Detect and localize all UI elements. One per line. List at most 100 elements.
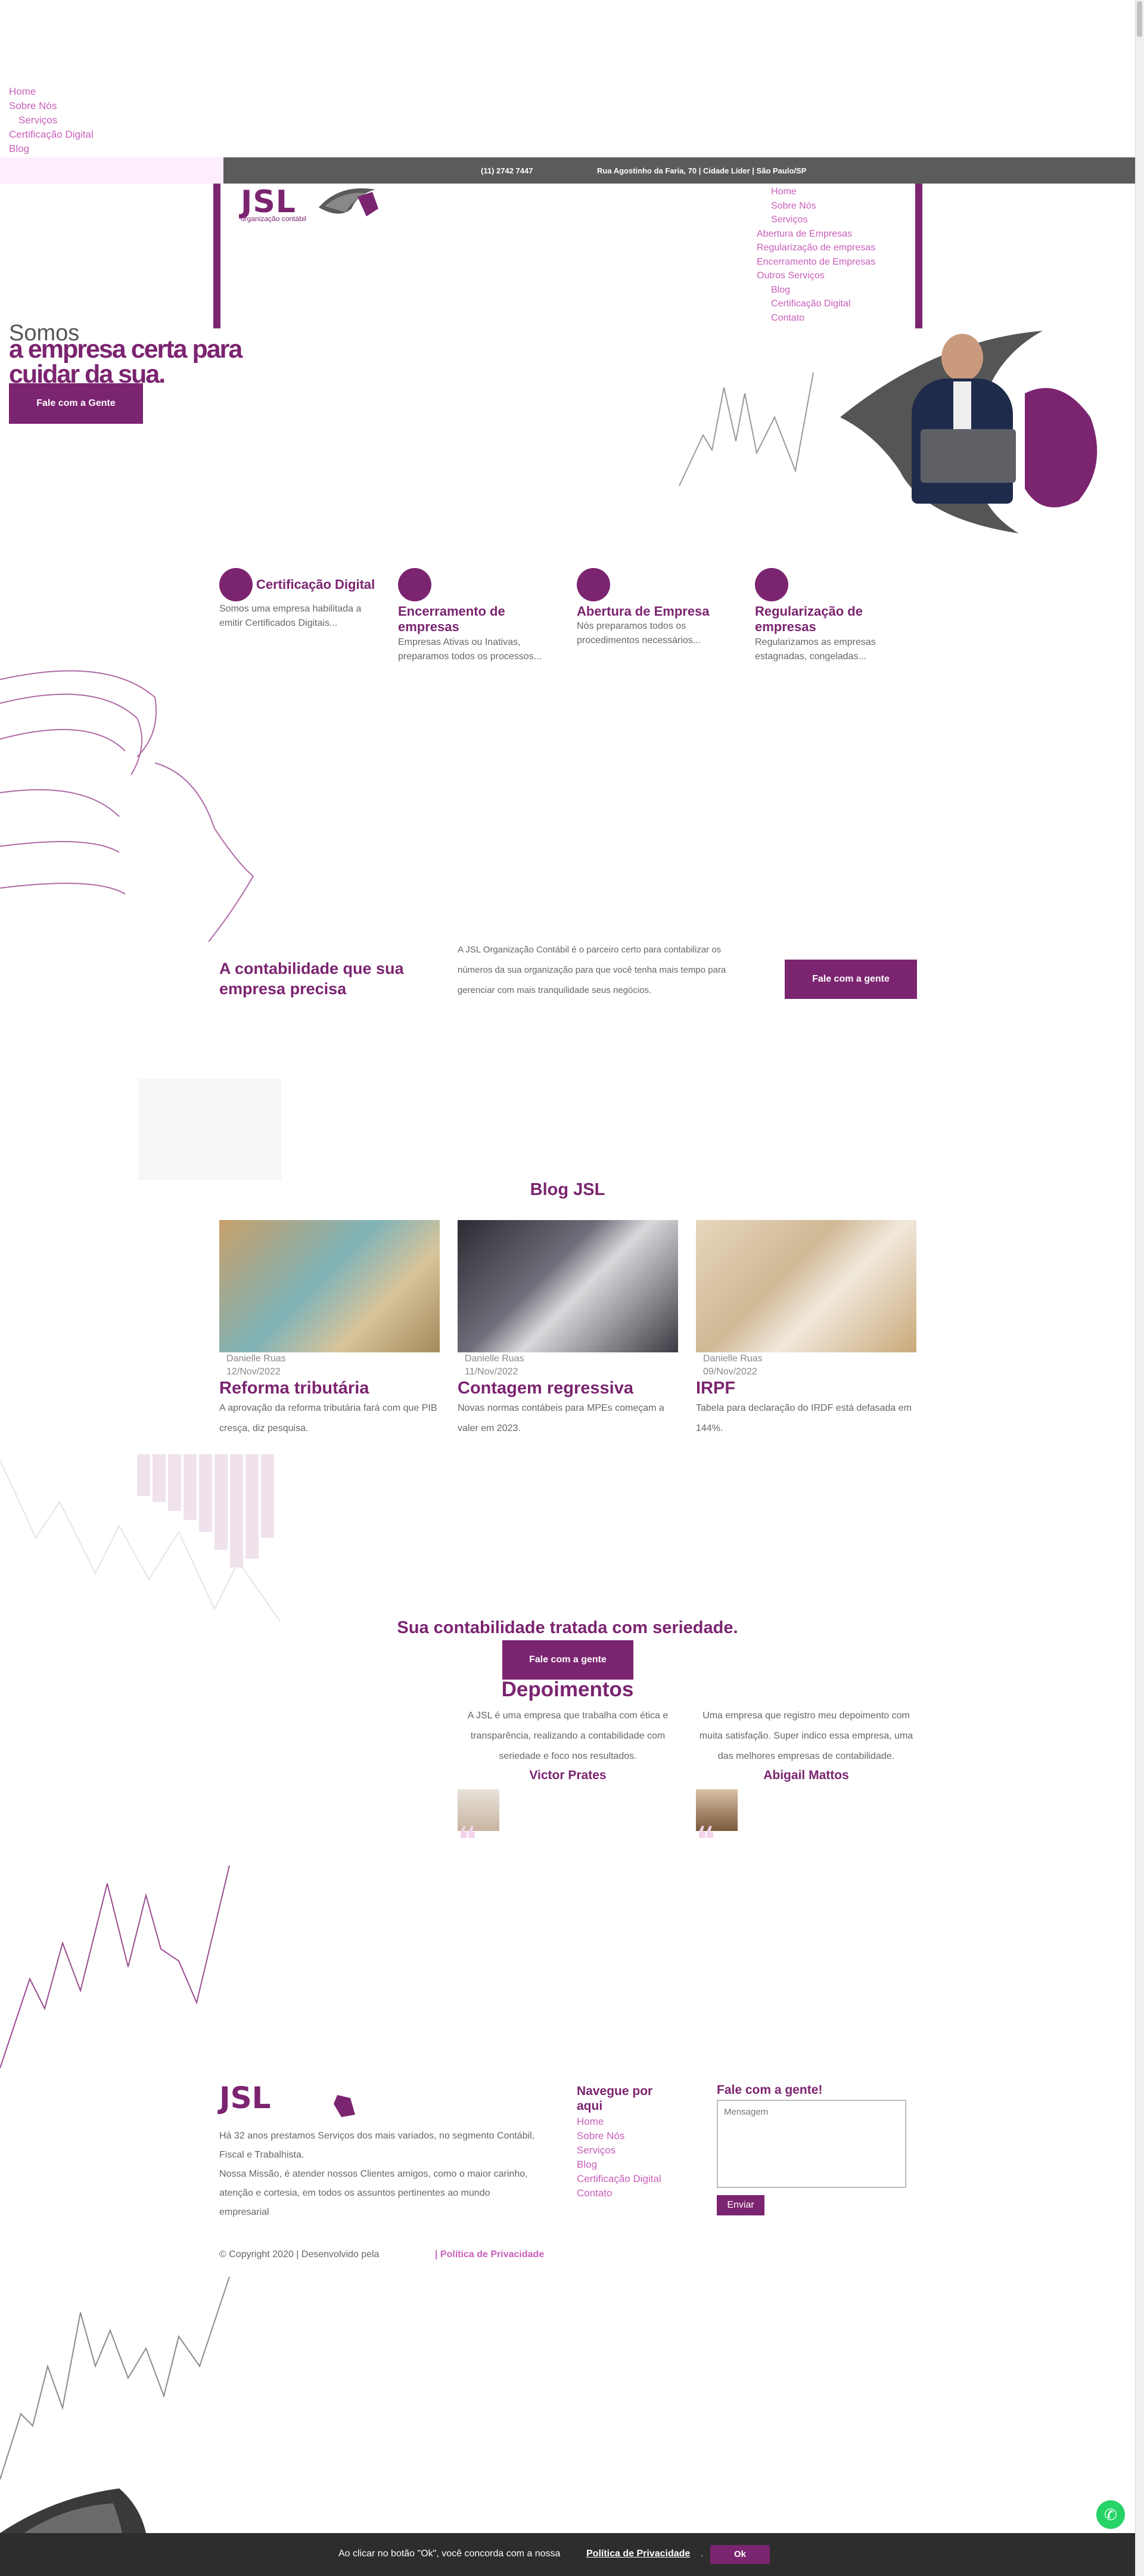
top-nav-blog[interactable]: Blog [9, 142, 94, 156]
whatsapp-icon[interactable]: ✆ [1096, 2500, 1125, 2529]
blog-title[interactable]: Reforma tributária [219, 1379, 440, 1398]
footer-nav-services[interactable]: Serviços [577, 2143, 661, 2158]
service-text: Regularizamos as empresas estagnadas, co… [755, 637, 876, 662]
footer-nav-certificate[interactable]: Certificação Digital [577, 2172, 661, 2186]
page-scrollbar[interactable] [1135, 0, 1144, 2576]
blog-title[interactable]: Contagem regressiva [458, 1379, 678, 1398]
logo-tagline: organização contábil [241, 215, 307, 223]
blog-post-3[interactable]: Danielle Ruas 09/Nov/2022 IRPF Tabela pa… [696, 1220, 916, 1439]
nav-other-services[interactable]: Outros Serviços [757, 269, 875, 283]
footer-nav-blog[interactable]: Blog [577, 2158, 661, 2172]
nav-closing[interactable]: Encerramento de Empresas [757, 255, 875, 269]
footer-about: Há 32 anos prestamos Serviços dos mais v… [219, 2127, 541, 2222]
cookie-ok-button[interactable]: Ok [710, 2545, 770, 2564]
copyright-text: © Copyright 2020 | Desenvolvido pela [219, 2249, 380, 2260]
footer-nav-heading: Navegue por aqui [577, 2084, 653, 2113]
faint-block-decoration [138, 1079, 281, 1180]
testimonial-name: Victor Prates [529, 1768, 607, 1782]
blog-date: 09/Nov/2022 [703, 1367, 757, 1377]
serious-title: Sua contabilidade tratada com seriedade. [397, 1618, 738, 1637]
blog-image [458, 1220, 678, 1352]
bottom-wing-decoration [0, 2488, 146, 2533]
contact-bar: (11) 2742 7447 Rua Agostinho da Faria, 7… [223, 157, 1135, 184]
document-check-icon [755, 568, 788, 601]
cta-title: A contabilidade que sua empresa precisa [219, 960, 404, 998]
hero-title-line1: a empresa certa para [9, 335, 243, 364]
hero-line-decoration [679, 372, 814, 486]
blog-author: Danielle Ruas [465, 1354, 524, 1364]
nav-services[interactable]: Serviços [757, 213, 875, 227]
nav-about[interactable]: Sobre Nós [757, 199, 875, 213]
blog-post-2[interactable]: Danielle Ruas 11/Nov/2022 Contagem regre… [458, 1220, 678, 1439]
service-text: Nós preparamos todos os procedimentos ne… [577, 621, 701, 645]
testimonial-2: Uma empresa que registro meu depoimento … [696, 1706, 916, 1861]
nav-regularization[interactable]: Regularização de empresas [757, 241, 875, 255]
pink-bar [0, 157, 223, 184]
building-close-icon [398, 568, 431, 601]
footer-nav-home[interactable]: Home [577, 2115, 661, 2129]
footer-form-heading: Fale com a gente! [717, 2083, 823, 2097]
top-nav-home[interactable]: Home [9, 85, 94, 99]
service-text: Empresas Ativas ou Inativas, preparamos … [398, 637, 542, 662]
hero-cta-button[interactable]: Fale com a Gente [9, 383, 143, 424]
top-nav: Home Sobre Nós Serviços Certificação Dig… [9, 85, 94, 156]
footer-nav-contact[interactable]: Contato [577, 2186, 661, 2201]
service-title: Abertura de Empresa [577, 604, 710, 619]
cookie-bar: Ao clicar no botão "Ok", você concorda c… [0, 2533, 1135, 2576]
serious-button[interactable]: Fale com a gente [502, 1640, 633, 1680]
blog-author: Danielle Ruas [226, 1354, 286, 1364]
blog-heading: Blog JSL [530, 1180, 605, 1199]
cta-button[interactable]: Fale com a gente [785, 960, 917, 999]
blog-text: A aprovação da reforma tributária fará c… [219, 1403, 437, 1433]
logo-text: JSL [241, 184, 296, 220]
testimonial-text: Uma empresa que registro meu depoimento … [699, 1711, 913, 1761]
service-text: Somos uma empresa habilitada a emitir Ce… [219, 604, 362, 628]
cookie-policy-link[interactable]: Política de Privacidade [586, 2549, 690, 2559]
nav-blog[interactable]: Blog [757, 283, 875, 297]
blog-title[interactable]: IRPF [696, 1379, 916, 1398]
footer-p1: Há 32 anos prestamos Serviços dos mais v… [219, 2131, 535, 2160]
top-nav-about[interactable]: Sobre Nós [9, 99, 94, 113]
cookie-text: Ao clicar no botão "Ok", você concorda c… [338, 2549, 561, 2559]
message-field[interactable] [717, 2100, 906, 2188]
footer-nav-about[interactable]: Sobre Nós [577, 2129, 661, 2143]
send-button[interactable]: Enviar [717, 2195, 764, 2215]
zigzag-line-decoration [0, 1865, 230, 2068]
nav-contact[interactable]: Contato [757, 311, 875, 325]
phone-text: (11) 2742 7447 [481, 166, 533, 175]
testimonial-text: A JSL é uma empresa que trabalha com éti… [467, 1711, 669, 1761]
service-title: Regularização de empresas [755, 604, 863, 634]
footer-logo[interactable]: JSL [219, 2083, 271, 2113]
blog-date: 12/Nov/2022 [226, 1367, 281, 1377]
footer-p2: Nossa Missão, é atender nossos Clientes … [219, 2169, 528, 2217]
blog-image [219, 1220, 440, 1352]
testimonial-name: Abigail Mattos [763, 1768, 849, 1782]
blog-post-1[interactable]: Danielle Ruas 12/Nov/2022 Reforma tribut… [219, 1220, 440, 1439]
blog-text: Tabela para declaração do IRDF está defa… [696, 1403, 912, 1433]
testimonials-heading: Depoimentos [501, 1678, 634, 1701]
site-nav: Home Sobre Nós Serviços Abertura de Empr… [757, 185, 875, 325]
logo-mark-icon [319, 188, 378, 216]
building-open-icon [577, 568, 610, 601]
top-nav-certificate[interactable]: Certificação Digital [9, 128, 94, 142]
footer-logo-mark-icon [334, 2095, 355, 2117]
address-text: Rua Agostinho da Faria, 70 | Cidade Líde… [597, 166, 807, 175]
footer-nav: Home Sobre Nós Serviços Blog Certificaçã… [577, 2115, 661, 2201]
quote-icon: ❝ [458, 1819, 477, 1861]
hero-man-image [894, 334, 1037, 507]
quote-icon: ❝ [696, 1819, 716, 1861]
nav-certificate[interactable]: Certificação Digital [757, 297, 875, 311]
blog-date: 11/Nov/2022 [465, 1367, 518, 1377]
nav-opening[interactable]: Abertura de Empresas [757, 227, 875, 241]
wing-outline-decoration [0, 670, 254, 942]
privacy-link[interactable]: | Política de Privacidade [435, 2249, 544, 2260]
logo[interactable]: JSL organização contábil [241, 186, 306, 223]
blog-text: Novas normas contábeis para MPEs começam… [458, 1403, 664, 1433]
scrollbar-thumb[interactable] [1137, 1, 1142, 37]
nav-home[interactable]: Home [757, 185, 875, 199]
service-title: Encerramento de empresas [398, 604, 505, 634]
top-nav-services[interactable]: Serviços [9, 113, 94, 128]
blog-image [696, 1220, 916, 1352]
hero-title: a empresa certa para cuidar da sua. [9, 335, 243, 387]
cookie-dot: . [701, 2549, 704, 2559]
